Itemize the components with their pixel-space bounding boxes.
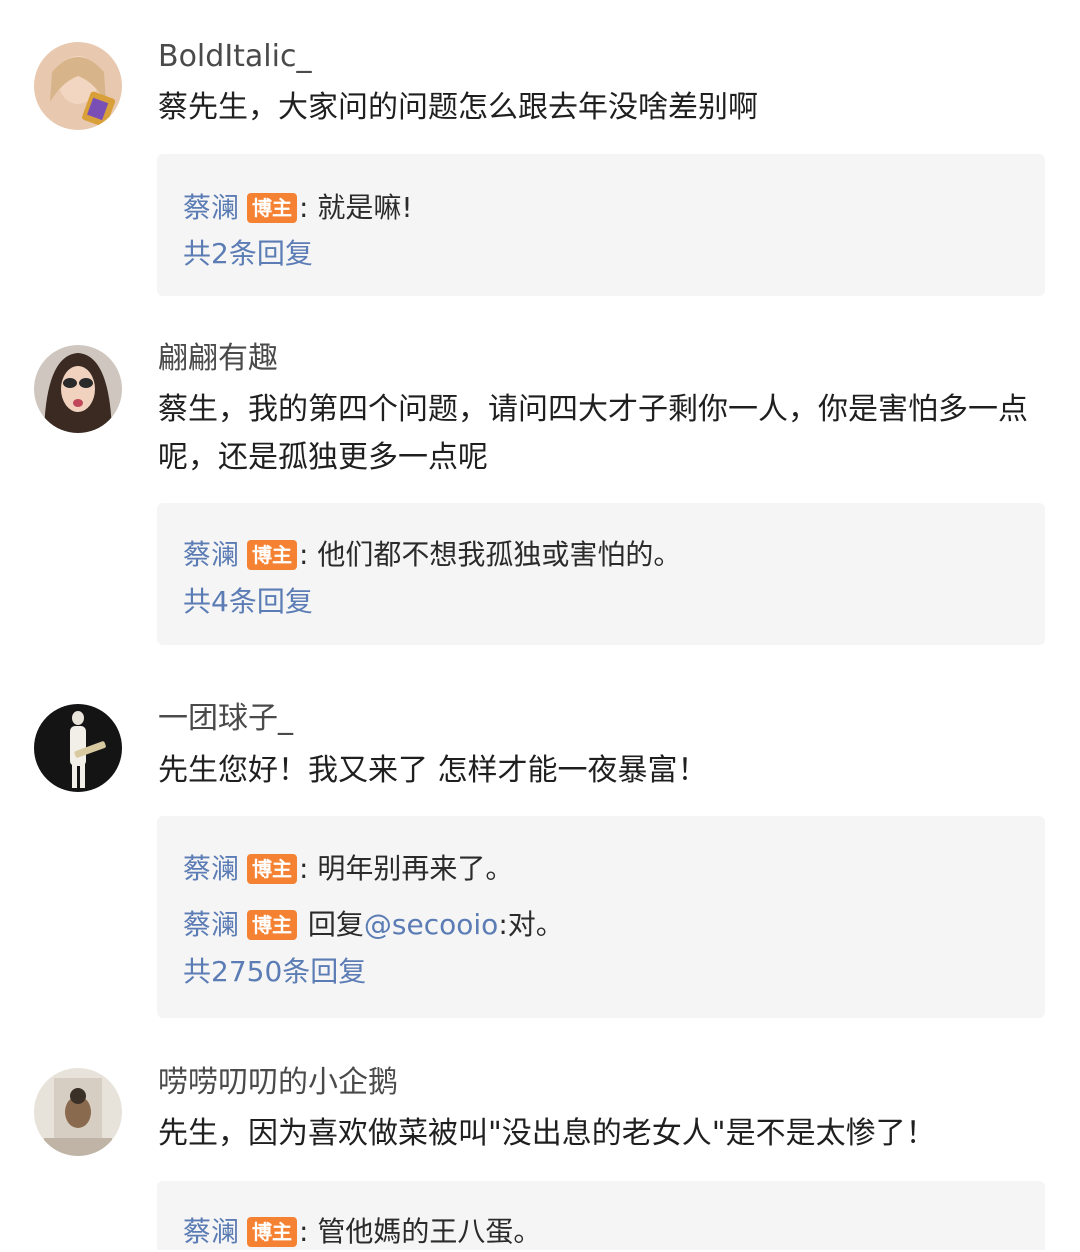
username[interactable]: 一团球子_ [158,700,293,738]
comment-text: 蔡先生，大家问的问题怎么跟去年没啥差别啊 [158,90,758,125]
reply-box[interactable]: 蔡澜 博主 : 管他媽的王八蛋。 [157,1181,1045,1250]
reply-author[interactable]: 蔡澜 [183,849,239,889]
reply-count-link[interactable]: 共2条回复 [183,234,313,274]
blogger-badge: 博主 [247,854,298,884]
reply-text: 他们都不想我孤独或害怕的。 [308,538,682,571]
reply-count-link[interactable]: 共2750条回复 [183,952,366,992]
reply-separator: : [299,852,309,885]
blogger-badge: 博主 [247,910,298,940]
comment-text: 先生，因为喜欢做菜被叫"没出息的老女人"是不是太惨了！ [158,1116,936,1151]
reply-author[interactable]: 蔡澜 [183,905,239,945]
reply-text: 就是嘛! [308,191,413,224]
blogger-badge: 博主 [247,193,298,223]
reply-count-link[interactable]: 共4条回复 [183,582,313,622]
blogger-badge: 博主 [247,1217,298,1247]
username[interactable]: 翩翩有趣 [158,340,278,378]
reply-line: 蔡澜 博主 : 他们都不想我孤独或害怕的。 [183,535,681,575]
reply-author[interactable]: 蔡澜 [183,535,239,575]
reply-box[interactable]: 蔡澜 博主 : 他们都不想我孤独或害怕的。 共4条回复 [157,503,1045,645]
reply-box[interactable]: 蔡澜 博主 : 明年别再来了。 蔡澜 博主 回复 @secooio :对。 共2… [157,816,1045,1018]
reply-text: 管他媽的王八蛋。 [308,1215,542,1248]
reply-box[interactable]: 蔡澜 博主 : 就是嘛! 共2条回复 [157,154,1045,296]
user-avatar[interactable] [34,42,122,130]
reply-line: 蔡澜 博主 : 管他媽的王八蛋。 [183,1212,541,1252]
reply-author[interactable]: 蔡澜 [183,1212,239,1252]
reply-author[interactable]: 蔡澜 [183,188,239,228]
reply-line: 蔡澜 博主 回复 @secooio :对。 [183,905,564,945]
blogger-badge: 博主 [247,540,298,570]
mention-link[interactable]: @secooio [364,905,498,945]
comment-text: 蔡生，我的第四个问题，请问四大才子剩你一人，你是害怕多一点呢，还是孤独更多一点呢 [158,392,1028,475]
user-avatar[interactable] [34,345,122,433]
reply-separator: : [299,191,309,224]
reply-prefix: 回复 [299,908,364,941]
username[interactable]: 唠唠叨叨的小企鹅 [158,1064,398,1102]
reply-text: :对。 [498,908,564,941]
user-avatar[interactable] [34,704,122,792]
reply-separator: : [299,538,309,571]
reply-text: 明年别再来了。 [308,852,514,885]
username[interactable]: BoldItalic_ [158,38,311,76]
reply-separator: : [299,1215,309,1248]
reply-line: 蔡澜 博主 : 就是嘛! [183,188,413,228]
user-avatar[interactable] [34,1068,122,1156]
comment-text: 先生您好！我又来了 怎样才能一夜暴富！ [158,753,708,788]
reply-line: 蔡澜 博主 : 明年别再来了。 [183,849,513,889]
